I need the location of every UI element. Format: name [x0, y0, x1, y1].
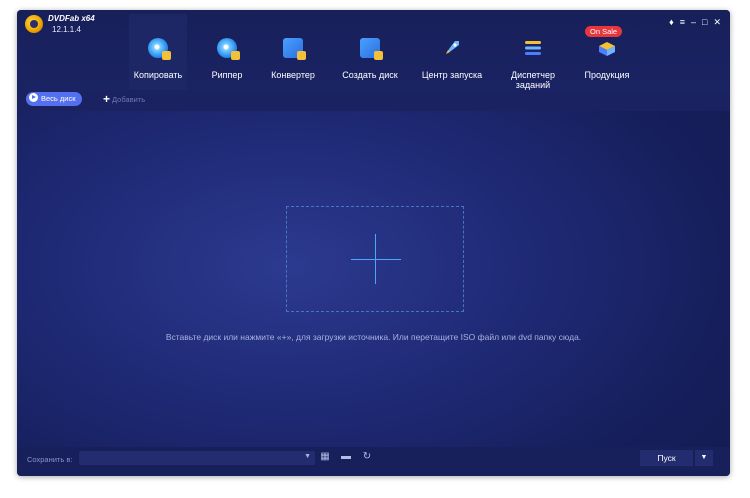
- rocket-icon: [442, 38, 462, 58]
- app-version: 12.1.1.4: [52, 25, 81, 34]
- nav-task-manager-label: Диспетчер заданий: [510, 70, 556, 90]
- play-circle-icon: [29, 93, 38, 102]
- nav-creator[interactable]: Создать диск: [329, 14, 411, 90]
- window-controls: ♦ ≡ – □ ✕: [666, 17, 724, 28]
- on-sale-badge[interactable]: On Sale: [585, 26, 623, 37]
- add-source-button[interactable]: + Добавить: [103, 92, 145, 107]
- task-stack-icon: [523, 38, 543, 58]
- iso-icon[interactable]: ▦: [319, 451, 331, 463]
- product-box-icon: [597, 38, 617, 58]
- plus-icon-vertical: [375, 234, 376, 284]
- gift-icon[interactable]: ♦: [669, 17, 677, 27]
- nav-copy[interactable]: Копировать: [129, 14, 187, 90]
- plus-icon-horizontal: [351, 259, 401, 260]
- whole-disc-label: Весь диск: [41, 94, 76, 103]
- nav-task-manager[interactable]: Диспетчер заданий: [493, 14, 573, 90]
- folder-icon[interactable]: ▬: [340, 451, 352, 463]
- source-drop-zone[interactable]: [286, 206, 464, 312]
- plus-icon: +: [103, 92, 111, 106]
- drop-hint-text: Вставьте диск или нажмите «+», для загру…: [165, 332, 582, 342]
- save-path-field[interactable]: ▼: [79, 451, 315, 465]
- add-source-label: Добавить: [112, 95, 146, 104]
- nav-ripper[interactable]: Риппер: [199, 14, 255, 90]
- nav-products-label: Продукция: [584, 70, 630, 80]
- start-button[interactable]: Пуск: [640, 450, 693, 466]
- minimize-icon[interactable]: –: [691, 17, 699, 27]
- ripper-disc-icon: [217, 38, 240, 60]
- menu-icon[interactable]: ≡: [680, 17, 688, 27]
- nav-creator-label: Создать диск: [342, 70, 398, 80]
- dvdfab-logo-icon: [25, 15, 43, 33]
- nav-launchpad-label: Центр запуска: [421, 70, 483, 80]
- copy-disc-icon: [148, 38, 171, 60]
- nav-copy-label: Копировать: [133, 70, 183, 80]
- maximize-icon[interactable]: □: [702, 17, 710, 27]
- converter-film-icon: [283, 38, 306, 60]
- nav-converter-label: Конвертер: [271, 70, 315, 80]
- top-navigation-bar: DVDFab x64 12.1.1.4 Копировать Риппер Ко…: [17, 10, 730, 90]
- chevron-down-icon[interactable]: ▼: [304, 453, 311, 460]
- creator-film-icon: [360, 38, 383, 60]
- close-icon[interactable]: ✕: [713, 17, 724, 28]
- app-window: DVDFab x64 12.1.1.4 Копировать Риппер Ко…: [17, 10, 730, 476]
- nav-launchpad[interactable]: Центр запуска: [413, 14, 491, 90]
- module-nav: Копировать Риппер Конвертер Создать диск…: [129, 14, 649, 90]
- save-to-label: Сохранить в:: [27, 455, 73, 464]
- nav-ripper-label: Риппер: [211, 70, 243, 80]
- whole-disc-button[interactable]: Весь диск: [26, 92, 82, 106]
- refresh-icon[interactable]: ↻: [361, 451, 373, 463]
- app-name: DVDFab x64: [48, 14, 95, 23]
- start-options-chevron-icon[interactable]: ▼: [695, 450, 713, 466]
- nav-converter[interactable]: Конвертер: [263, 14, 323, 90]
